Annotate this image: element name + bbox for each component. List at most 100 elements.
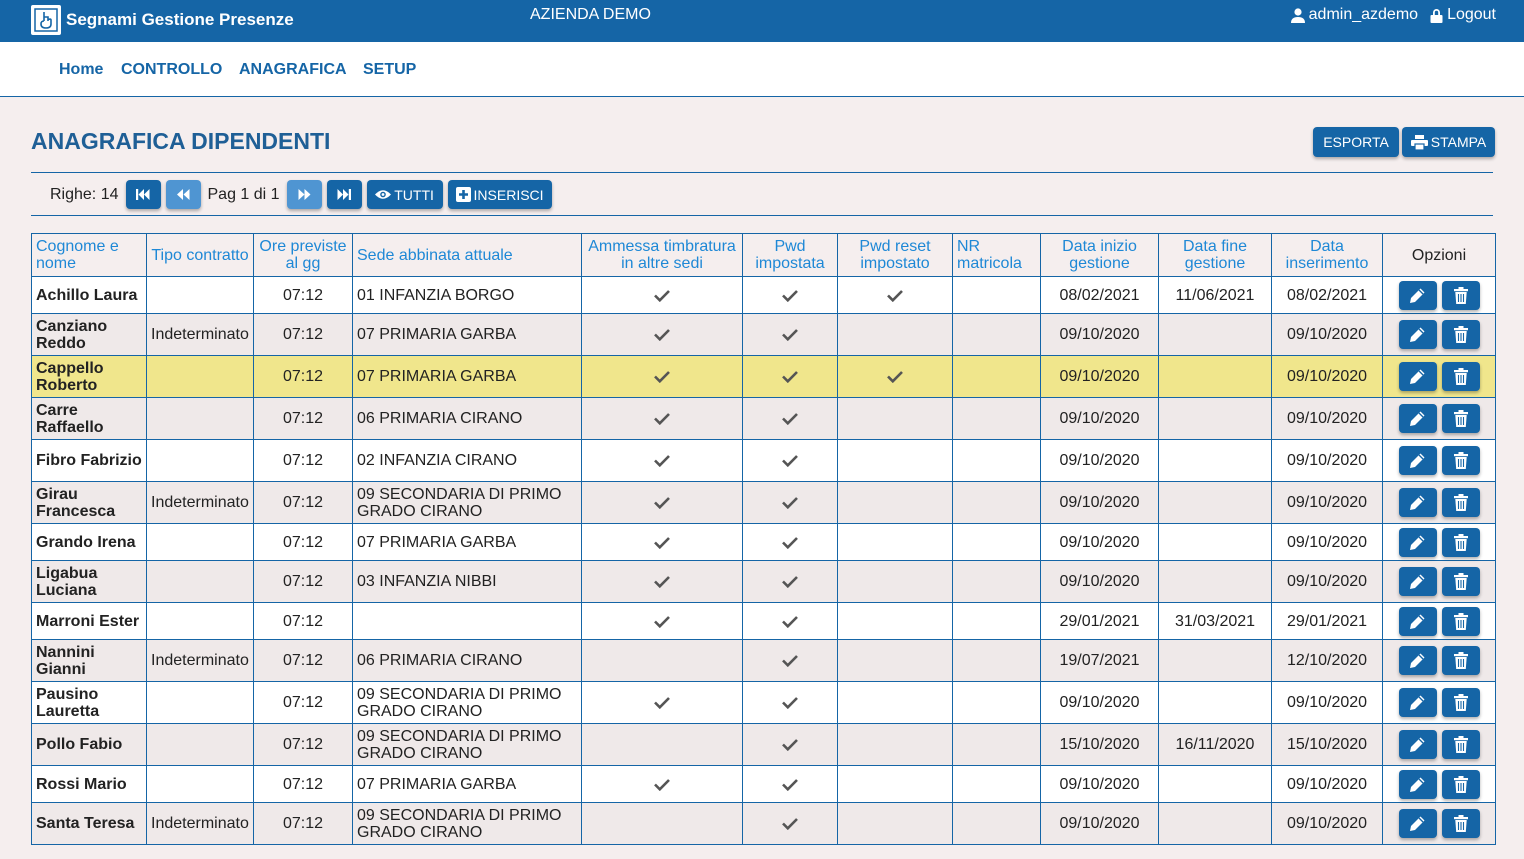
edit-button[interactable] [1398,646,1437,675]
cell-pwd-set [742,639,838,682]
edit-button[interactable] [1398,488,1437,517]
delete-button[interactable] [1441,688,1480,717]
table-row[interactable]: Canziano Reddo Indeterminato 07:12 07 PRIMA… [31,313,1496,356]
table-row[interactable]: Nannini Gianni Indeterminato 07:12 06 PRIMA… [31,639,1496,682]
col-header-pwd-reset[interactable]: Pwd reset impostato [837,233,953,277]
delete-button[interactable] [1441,769,1480,799]
nav-home[interactable]: Home [59,61,103,79]
prev-page-button[interactable] [165,180,201,209]
table-row[interactable]: Grando Irena 07:12 07 PRIMARIA GARBA 09/10/… [31,523,1496,561]
table-row[interactable]: Pausino Lauretta 07:12 09 SECONDARIA DI PR… [31,681,1496,724]
cell-pwd-reset [837,639,953,682]
trash-icon [1453,815,1468,832]
cell-name: Santa Teresa [31,802,147,845]
cell-contract [146,439,254,482]
delete-button[interactable] [1441,404,1480,433]
cell-start-date: 08/02/2021 [1040,276,1159,314]
edit-button[interactable] [1398,809,1437,838]
pencil-icon [1410,535,1425,550]
next-page-icon [298,189,311,200]
table-row[interactable]: Fibro Fabrizio 07:12 02 INFANZIA CIRANO 09/… [31,439,1496,482]
delete-button[interactable] [1441,320,1480,349]
page-title: ANAGRAFICA DIPENDENTI [31,128,331,154]
delete-button[interactable] [1441,446,1480,475]
cell-options [1382,355,1496,398]
cell-nr [952,523,1041,561]
col-header-nr[interactable]: NR matricola [952,233,1041,277]
cell-other-sites [581,602,743,640]
table-row[interactable]: Cappello Roberto 07:12 07 PRIMARIA GARBA 09… [31,355,1496,398]
edit-button[interactable] [1398,730,1437,759]
cell-contract: Indeterminato [146,313,254,356]
trash-icon [1453,326,1468,343]
col-header-inserted[interactable]: Data inserimento [1271,233,1383,277]
table-row[interactable]: Carre Raffaello 07:12 06 PRIMARIA CIRANO 09… [31,397,1496,440]
table-row[interactable]: Marroni Ester 07:12 29/01/2021 31/03/2021 29… [31,602,1496,640]
last-page-button[interactable] [326,180,362,209]
edit-button[interactable] [1398,362,1437,391]
check-icon [654,413,670,426]
show-all-button[interactable]: TUTTI [366,180,443,209]
insert-button[interactable]: INSERISCI [447,180,552,209]
cell-end-date: 16/11/2020 [1158,723,1272,766]
delete-button[interactable] [1441,488,1480,517]
col-header-hours[interactable]: Ore previste al gg [253,233,353,277]
trash-icon [1453,694,1468,711]
check-icon [782,371,798,384]
cell-hours: 07:12 [253,439,353,482]
first-page-button[interactable] [125,180,161,209]
delete-button[interactable] [1441,527,1480,557]
nav-controllo[interactable]: CONTROLLO [121,61,222,79]
delete-button[interactable] [1441,606,1480,636]
cell-inserted-date: 09/10/2020 [1271,560,1383,603]
cell-pwd-reset [837,765,953,803]
cell-name: Nannini Gianni [31,639,147,682]
edit-button[interactable] [1398,606,1437,636]
cell-contract [146,560,254,603]
delete-button[interactable] [1441,567,1480,596]
delete-button[interactable] [1441,362,1480,391]
table-row[interactable]: Girau Francesca Indeterminato 07:12 09 SECO… [31,481,1496,524]
logout-link[interactable]: Logout [1447,6,1496,24]
table-row[interactable]: Pollo Fabio 07:12 09 SECONDARIA DI PRIMO G… [31,723,1496,766]
edit-button[interactable] [1398,769,1437,799]
lock-icon[interactable] [1430,8,1443,23]
cell-start-date: 09/10/2020 [1040,439,1159,482]
edit-button[interactable] [1398,446,1437,475]
pencil-icon [1410,327,1425,342]
trash-icon [1453,775,1468,793]
delete-button[interactable] [1441,809,1480,838]
delete-button[interactable] [1441,280,1480,310]
cell-start-date: 09/10/2020 [1040,802,1159,845]
edit-button[interactable] [1398,688,1437,717]
col-header-start[interactable]: Data inizio gestione [1040,233,1159,277]
cell-site: 01 INFANZIA BORGO [352,276,582,314]
next-page-button[interactable] [286,180,322,209]
col-header-other-sites[interactable]: Ammessa timbratura in altre sedi [581,233,743,277]
cell-site: 07 PRIMARIA GARBA [352,523,582,561]
edit-button[interactable] [1398,567,1437,596]
delete-button[interactable] [1441,730,1480,759]
nav-setup[interactable]: SETUP [363,61,416,79]
print-button[interactable]: STAMPA [1402,127,1495,157]
cell-end-date [1158,439,1272,482]
edit-button[interactable] [1398,404,1437,433]
check-icon [654,497,670,510]
export-button[interactable]: ESPORTA [1313,127,1399,157]
col-header-site[interactable]: Sede abbinata attuale [352,233,582,277]
user-name[interactable]: admin_azdemo [1309,6,1418,24]
delete-button[interactable] [1441,646,1480,675]
edit-button[interactable] [1398,527,1437,557]
col-header-pwd-set[interactable]: Pwd impostata [742,233,838,277]
nav-anagrafica[interactable]: ANAGRAFICA [239,61,347,79]
table-row[interactable]: Santa Teresa Indeterminato 07:12 09 SECONDA… [31,802,1496,845]
col-header-contract[interactable]: Tipo contratto [146,233,254,277]
col-header-end[interactable]: Data fine gestione [1158,233,1272,277]
cell-end-date: 31/03/2021 [1158,602,1272,640]
edit-button[interactable] [1398,320,1437,349]
col-header-name[interactable]: Cognome e nome [31,233,147,277]
table-row[interactable]: Ligabua Luciana 07:12 03 INFANZIA NIBBI 09/… [31,560,1496,603]
table-row[interactable]: Rossi Mario 07:12 07 PRIMARIA GARBA 09/10/2… [31,765,1496,803]
edit-button[interactable] [1398,280,1437,310]
table-row[interactable]: Achillo Laura 07:12 01 INFANZIA BORGO 08/02… [31,276,1496,314]
